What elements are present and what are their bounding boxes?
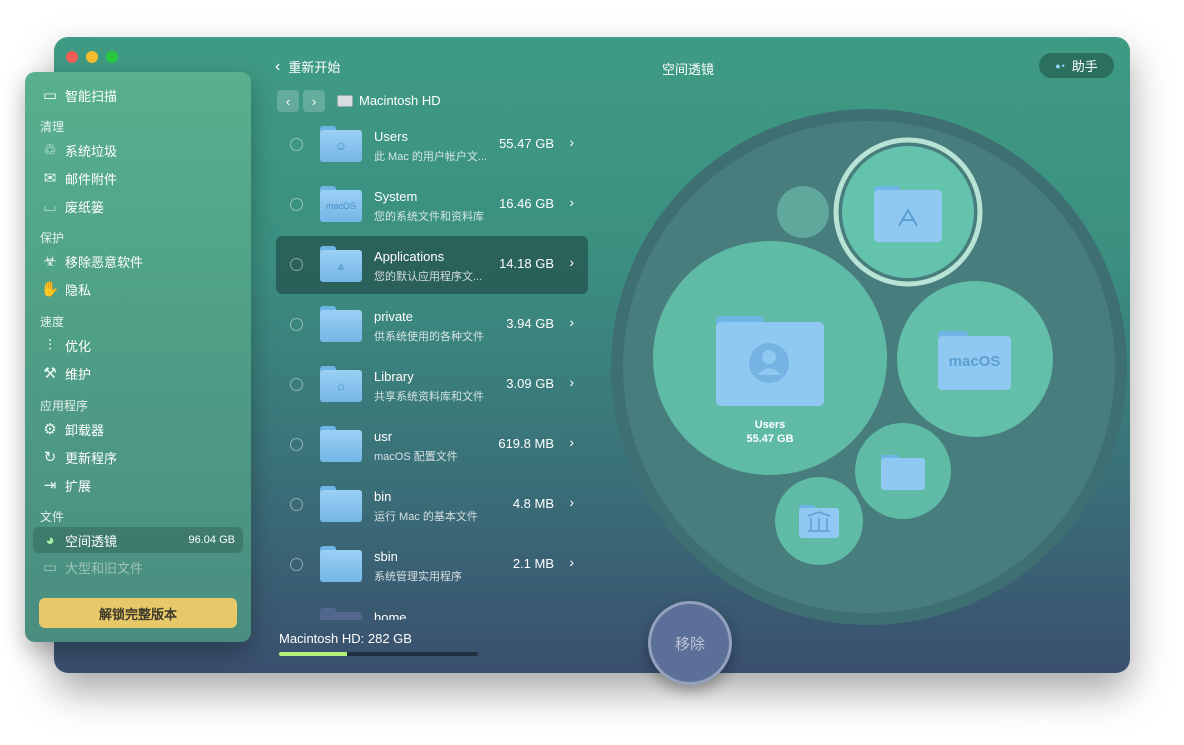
remove-button[interactable]: 移除 bbox=[648, 601, 732, 685]
folder-icon bbox=[881, 458, 925, 490]
folder-apps-icon bbox=[874, 190, 942, 242]
space-lens-visualization bbox=[611, 109, 1127, 625]
watermark: CSDN @... bbox=[1000, 718, 1060, 732]
macos-bubble-label: macOS bbox=[948, 353, 1001, 370]
users-bubble-label: Users 55.47 GB bbox=[746, 419, 794, 445]
bubble-private[interactable] bbox=[777, 186, 829, 238]
